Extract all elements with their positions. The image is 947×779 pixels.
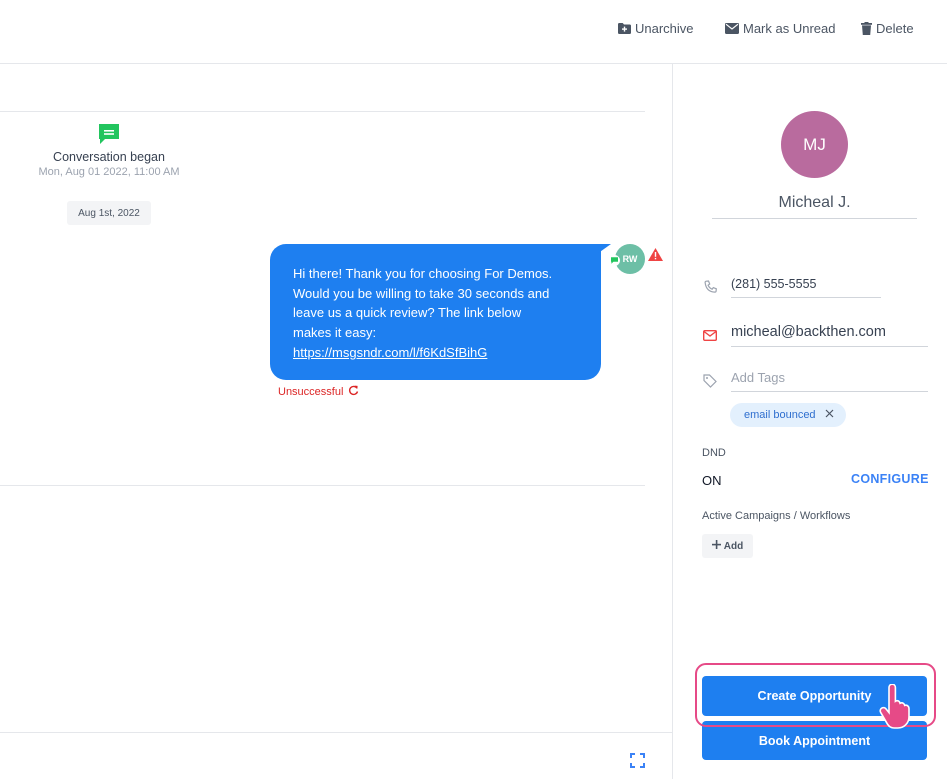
conversation-began-event: Conversation began Mon, Aug 01 2022, 11:… xyxy=(24,122,194,178)
delete-button[interactable]: Delete xyxy=(861,21,914,36)
unarchive-label: Unarchive xyxy=(635,21,694,36)
mark-as-unread-label: Mark as Unread xyxy=(743,21,836,36)
hand-pointer-icon xyxy=(878,683,914,735)
phone-icon xyxy=(702,280,718,295)
tags-input[interactable]: Add Tags xyxy=(731,370,928,392)
phone-field[interactable]: (281) 555-5555 xyxy=(702,277,881,298)
refresh-icon[interactable] xyxy=(348,385,359,399)
conversation-began-title: Conversation began xyxy=(53,150,165,164)
tag-chip: email bounced xyxy=(730,403,846,427)
composer-divider xyxy=(0,732,673,733)
divider xyxy=(0,111,645,112)
contact-panel: MJ Micheal J. (281) 555-5555 micheal@bac… xyxy=(674,64,947,779)
tag-icon xyxy=(702,374,718,388)
chat-bubble-icon xyxy=(97,122,121,146)
close-icon[interactable] xyxy=(825,409,834,421)
add-campaign-button[interactable]: Add xyxy=(702,534,753,558)
tag-chip-label: email bounced xyxy=(744,409,816,421)
warning-triangle-icon[interactable] xyxy=(648,248,663,266)
active-campaigns-label: Active Campaigns / Workflows xyxy=(702,510,851,522)
conversation-began-time: Mon, Aug 01 2022, 11:00 AM xyxy=(38,166,180,178)
tags-field[interactable]: Add Tags xyxy=(702,370,928,392)
plus-icon xyxy=(711,540,721,552)
divider xyxy=(0,485,645,486)
envelope-icon xyxy=(725,23,739,34)
contact-name[interactable]: Micheal J. xyxy=(712,194,917,219)
message-line: Would you be willing to take 30 seconds … xyxy=(293,285,550,301)
conversation-panel: Conversation began Mon, Aug 01 2022, 11:… xyxy=(0,64,673,779)
contact-avatar: MJ xyxy=(781,111,848,178)
dnd-label: DND xyxy=(702,447,726,459)
message-status[interactable]: Unsuccessful xyxy=(278,385,359,399)
outgoing-message-bubble: Hi there! Thank you for choosing For Dem… xyxy=(270,244,601,380)
dnd-value: ON xyxy=(702,473,722,488)
date-separator: Aug 1st, 2022 xyxy=(67,201,151,225)
folder-plus-icon xyxy=(618,23,631,34)
unarchive-button[interactable]: Unarchive xyxy=(618,21,694,36)
delete-label: Delete xyxy=(876,21,914,36)
message-line: leave us a quick review? The link below xyxy=(293,305,522,321)
add-campaign-label: Add xyxy=(723,540,744,552)
message-status-label: Unsuccessful xyxy=(278,386,344,398)
configure-dnd-link[interactable]: CONFIGURE xyxy=(851,472,929,486)
phone-value[interactable]: (281) 555-5555 xyxy=(731,277,881,298)
mark-as-unread-button[interactable]: Mark as Unread xyxy=(725,21,835,36)
mail-icon xyxy=(702,330,718,341)
fullscreen-icon[interactable] xyxy=(630,753,645,773)
message-line: Hi there! Thank you for choosing For Dem… xyxy=(293,266,553,281)
conversation-toolbar: Unarchive Mark as Unread Delete xyxy=(0,0,947,64)
trash-icon xyxy=(861,22,872,35)
sms-channel-icon xyxy=(609,253,620,266)
message-link[interactable]: https://msgsndr.com/l/f6KdSfBihG xyxy=(293,343,579,363)
email-field[interactable]: micheal@backthen.com xyxy=(702,324,928,347)
message-line: makes it easy: xyxy=(293,325,377,341)
email-value[interactable]: micheal@backthen.com xyxy=(731,324,928,347)
